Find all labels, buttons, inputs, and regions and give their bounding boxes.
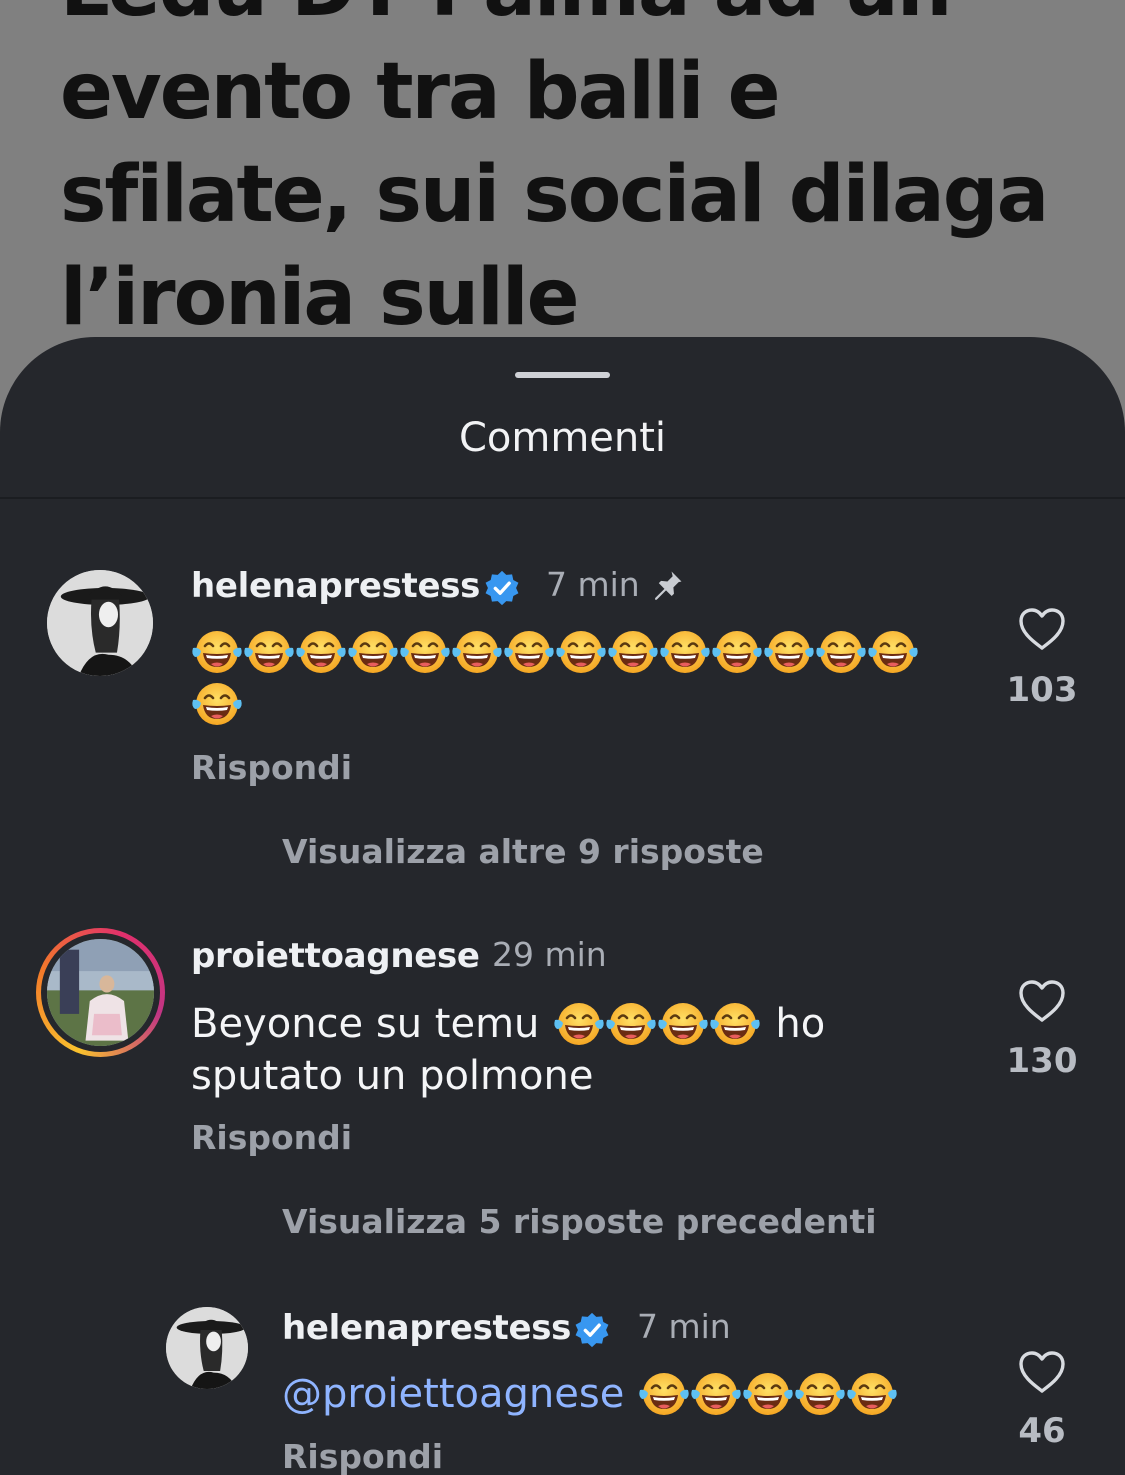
face-with-tears-of-joy-emoji xyxy=(452,631,502,673)
reply-button[interactable]: Rispondi xyxy=(191,748,352,787)
headline-line: Ledu DT Palma ad un xyxy=(60,0,1100,41)
face-with-tears-of-joy-emoji xyxy=(712,631,762,673)
comment-emoji-text xyxy=(553,998,761,1050)
comment-time: 7 min xyxy=(546,565,640,604)
article-headline: Ledu DT Palma ad un evento tra balli e s… xyxy=(60,0,1100,350)
avatar[interactable] xyxy=(47,570,153,676)
like-count: 130 xyxy=(1006,1041,1078,1081)
headline-line: sfilate, sui social dilaga xyxy=(60,150,1049,240)
face-with-tears-of-joy-emoji xyxy=(606,1003,657,1045)
avatar-photo-image xyxy=(47,939,154,1046)
like-count: 46 xyxy=(1018,1411,1066,1451)
avatar[interactable] xyxy=(166,1307,248,1389)
comment-text-part: ho xyxy=(775,1001,826,1047)
screen: Ledu DT Palma ad un evento tra balli e s… xyxy=(0,0,1125,1475)
comment-username[interactable]: helenaprestess xyxy=(282,1308,571,1348)
face-with-tears-of-joy-emoji xyxy=(348,631,398,673)
avatar[interactable] xyxy=(47,939,154,1046)
face-with-tears-of-joy-emoji xyxy=(710,1003,761,1045)
face-with-tears-of-joy-emoji xyxy=(660,631,710,673)
face-with-tears-of-joy-emoji xyxy=(868,631,918,673)
heart-outline-icon[interactable] xyxy=(1017,606,1067,652)
face-with-tears-of-joy-emoji xyxy=(244,631,294,673)
reply-button[interactable]: Rispondi xyxy=(282,1437,443,1475)
avatar-portrait-image xyxy=(166,1307,248,1389)
face-with-tears-of-joy-emoji xyxy=(400,631,450,673)
reply-button[interactable]: Rispondi xyxy=(191,1118,352,1157)
divider xyxy=(0,497,1125,499)
comment-text: @proiettoagnese xyxy=(282,1368,982,1420)
comment-time: 7 min xyxy=(637,1307,731,1346)
face-with-tears-of-joy-emoji xyxy=(192,683,242,725)
face-with-tears-of-joy-emoji xyxy=(608,631,658,673)
mention-link[interactable]: @proiettoagnese xyxy=(282,1368,624,1420)
face-with-tears-of-joy-emoji xyxy=(816,631,866,673)
comment-emoji-text xyxy=(191,626,936,730)
comments-sheet: Commenti xyxy=(0,337,1125,1475)
headline-line: l’ironia sulle xyxy=(60,253,580,343)
face-with-tears-of-joy-emoji xyxy=(554,1003,605,1045)
heart-outline-icon[interactable] xyxy=(1017,1349,1067,1395)
comment-username[interactable]: proiettoagnese xyxy=(191,936,480,976)
sheet-drag-handle[interactable] xyxy=(515,372,610,378)
comment-username[interactable]: helenaprestess xyxy=(191,566,480,606)
face-with-tears-of-joy-emoji xyxy=(504,631,554,673)
avatar-portrait-image xyxy=(47,570,153,676)
view-previous-replies-button[interactable]: Visualizza 5 risposte precedenti xyxy=(282,1202,877,1241)
face-with-tears-of-joy-emoji xyxy=(658,1003,709,1045)
face-with-tears-of-joy-emoji xyxy=(691,1373,741,1415)
sheet-title: Commenti xyxy=(458,415,667,461)
verified-badge-icon xyxy=(485,570,519,606)
comment-text-part: Beyonce su temu xyxy=(191,1001,540,1047)
face-with-tears-of-joy-emoji xyxy=(639,1373,689,1415)
verified-badge-icon xyxy=(575,1312,609,1348)
heart-outline-icon[interactable] xyxy=(1017,978,1067,1024)
face-with-tears-of-joy-emoji xyxy=(192,631,242,673)
comment-text: Beyonce su temu ho sputato un polmone xyxy=(191,998,951,1102)
face-with-tears-of-joy-emoji xyxy=(795,1373,845,1415)
comment-emoji-text xyxy=(638,1368,898,1420)
like-count: 103 xyxy=(1006,670,1078,710)
comment-text-part: sputato un polmone xyxy=(191,1053,594,1099)
face-with-tears-of-joy-emoji xyxy=(764,631,814,673)
face-with-tears-of-joy-emoji xyxy=(743,1373,793,1415)
face-with-tears-of-joy-emoji xyxy=(296,631,346,673)
face-with-tears-of-joy-emoji xyxy=(556,631,606,673)
comment-time: 29 min xyxy=(492,935,607,974)
face-with-tears-of-joy-emoji xyxy=(847,1373,897,1415)
headline-line: evento tra balli e xyxy=(60,47,780,137)
view-more-replies-button[interactable]: Visualizza altre 9 risposte xyxy=(282,832,764,871)
pin-icon xyxy=(655,571,682,600)
